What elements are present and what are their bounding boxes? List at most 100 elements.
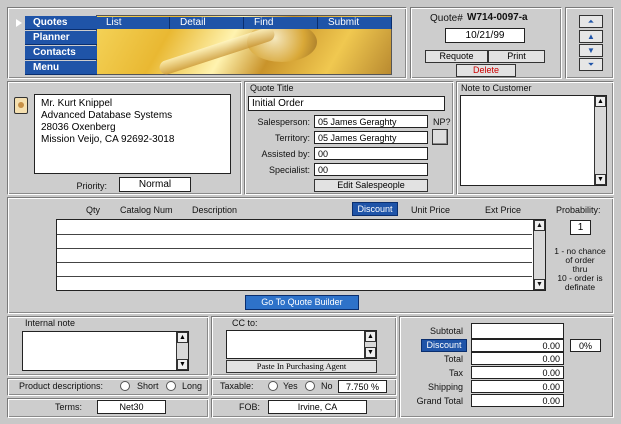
customer-line-company: Advanced Database Systems — [41, 110, 173, 121]
internal-note-label: Internal note — [25, 318, 76, 328]
internal-note-textarea[interactable]: ▲ ▼ — [22, 331, 189, 371]
territory-field[interactable]: 05 James Geraghty — [314, 131, 428, 144]
salesperson-label: Salesperson: — [257, 117, 310, 127]
discount-percent-field[interactable]: 0% — [570, 339, 601, 352]
cc-scrollbar[interactable]: ▲ ▼ — [364, 331, 376, 358]
tax-rate-field[interactable]: 7.750 % — [338, 380, 387, 393]
quote-date-field[interactable]: 10/21/99 — [445, 28, 525, 43]
nav-item-contacts-label: Contacts — [33, 47, 76, 58]
delete-button[interactable]: Delete — [456, 64, 516, 77]
scroll-down-icon[interactable]: ▼ — [365, 347, 376, 358]
assisted-by-field[interactable]: 00 — [314, 147, 428, 160]
nav-item-quotes[interactable]: Quotes — [25, 16, 97, 30]
table-row-divider — [57, 248, 532, 249]
discount-column-header[interactable]: Discount — [352, 202, 398, 216]
tax-label: Tax — [448, 368, 463, 378]
note-customer-textarea[interactable]: ▲ ▼ — [460, 95, 607, 186]
priority-field[interactable]: Normal — [119, 177, 191, 192]
discount-label[interactable]: Discount — [421, 339, 467, 352]
contact-card-face-shape — [18, 102, 24, 108]
previous-record-icon: ▲ — [587, 32, 595, 41]
quote-number-value: W714-0097-a — [467, 12, 528, 23]
terms-field[interactable]: Net30 — [97, 400, 166, 414]
nav-item-menu-label: Menu — [33, 62, 60, 73]
subtotal-label: Subtotal — [429, 326, 463, 336]
scroll-up-icon[interactable]: ▲ — [595, 96, 606, 107]
tab-list-label: List — [106, 17, 122, 28]
scroll-down-icon[interactable]: ▼ — [177, 359, 188, 370]
taxable-yes-radio[interactable] — [268, 381, 278, 391]
taxable-label: Taxable: — [220, 381, 254, 391]
tab-find[interactable]: Find — [244, 17, 318, 29]
table-row-divider — [57, 276, 532, 277]
scroll-up-icon[interactable]: ▲ — [177, 332, 188, 343]
np-checkbox[interactable] — [432, 129, 448, 145]
shipping-field[interactable]: 0.00 — [471, 380, 564, 393]
tax-field: 0.00 — [471, 366, 564, 379]
last-record-icon: ⏷ — [587, 60, 595, 69]
fob-field[interactable]: Irvine, CA — [268, 400, 367, 414]
line-items-table[interactable]: ▲ ▼ — [56, 219, 546, 291]
edit-salespeople-button[interactable]: Edit Salespeople — [314, 179, 428, 192]
tab-submit[interactable]: Submit — [318, 17, 392, 29]
long-label: Long — [182, 381, 203, 391]
note-customer-label: Note to Customer — [461, 83, 532, 93]
product-desc-label: Product descriptions: — [19, 381, 104, 391]
table-row-divider — [57, 262, 532, 263]
nav-item-planner-label: Planner — [33, 32, 70, 43]
probability-field[interactable]: 1 — [570, 220, 591, 235]
nav-item-menu[interactable]: Menu — [25, 61, 97, 75]
tab-list[interactable]: List — [96, 17, 170, 29]
paste-purchasing-agent-button[interactable]: Paste In Purchasing Agent — [226, 360, 377, 373]
note-customer-scrollbar[interactable]: ▲ ▼ — [594, 96, 606, 185]
discount-total-field: 0.00 — [471, 339, 564, 352]
line-items-scrollbar[interactable]: ▲ ▼ — [533, 220, 545, 290]
quote-title-field[interactable]: Initial Order — [248, 96, 445, 111]
internal-note-scrollbar[interactable]: ▲ ▼ — [176, 332, 188, 370]
requote-button[interactable]: Requote — [425, 50, 488, 63]
next-record-icon: ▼ — [587, 46, 595, 55]
unit-price-column-header: Unit Price — [411, 205, 451, 215]
last-record-button[interactable]: ⏷ — [579, 58, 603, 71]
ext-price-column-header: Ext Price — [485, 205, 522, 215]
customer-line-name: Mr. Kurt Knippel — [41, 98, 113, 109]
print-button[interactable]: Print — [488, 50, 545, 63]
scroll-up-icon[interactable]: ▲ — [365, 331, 376, 342]
scroll-down-icon[interactable]: ▼ — [595, 174, 606, 185]
next-record-button[interactable]: ▼ — [579, 44, 603, 57]
assisted-by-label: Assisted by: — [261, 149, 310, 159]
contact-card-icon[interactable] — [14, 97, 28, 114]
specialist-label: Specialist: — [268, 165, 310, 175]
tab-submit-label: Submit — [328, 17, 360, 28]
quote-builder-button[interactable]: Go To Quote Builder — [245, 295, 359, 310]
nav-item-planner[interactable]: Planner — [25, 31, 97, 45]
nav-item-contacts[interactable]: Contacts — [25, 46, 97, 60]
specialist-field[interactable]: 00 — [314, 163, 428, 176]
customer-address-box[interactable]: Mr. Kurt Knippel Advanced Database Syste… — [34, 94, 231, 174]
cc-textarea[interactable]: ▲ ▼ — [226, 330, 377, 359]
customer-line-city: Mission Veijo, CA 92692-3018 — [41, 134, 175, 145]
territory-label: Territory: — [274, 133, 310, 143]
shipping-label: Shipping — [427, 382, 463, 392]
np-label: NP? — [433, 117, 451, 127]
tab-find-label: Find — [254, 17, 274, 28]
scroll-up-icon[interactable]: ▲ — [534, 220, 545, 231]
previous-record-button[interactable]: ▲ — [579, 30, 603, 43]
grand-total-label: Grand Total — [416, 396, 463, 406]
grand-total-field: 0.00 — [471, 394, 564, 407]
nav-item-quotes-label: Quotes — [33, 17, 68, 28]
tab-detail[interactable]: Detail — [170, 17, 244, 29]
long-radio[interactable] — [166, 381, 176, 391]
terms-label: Terms: — [55, 402, 82, 412]
description-column-header: Description — [192, 205, 238, 215]
first-record-button[interactable]: ⏶ — [579, 15, 603, 28]
short-radio[interactable] — [120, 381, 130, 391]
probability-legend: 1 - no chance of order thru 10 - order i… — [549, 247, 611, 292]
scroll-down-icon[interactable]: ▼ — [534, 279, 545, 290]
taxable-no-label: No — [321, 381, 333, 391]
qty-column-header: Qty — [86, 205, 101, 215]
salesperson-field[interactable]: 05 James Geraghty — [314, 115, 428, 128]
table-row-divider — [57, 234, 532, 235]
total-field: 0.00 — [471, 352, 564, 365]
taxable-no-radio[interactable] — [305, 381, 315, 391]
